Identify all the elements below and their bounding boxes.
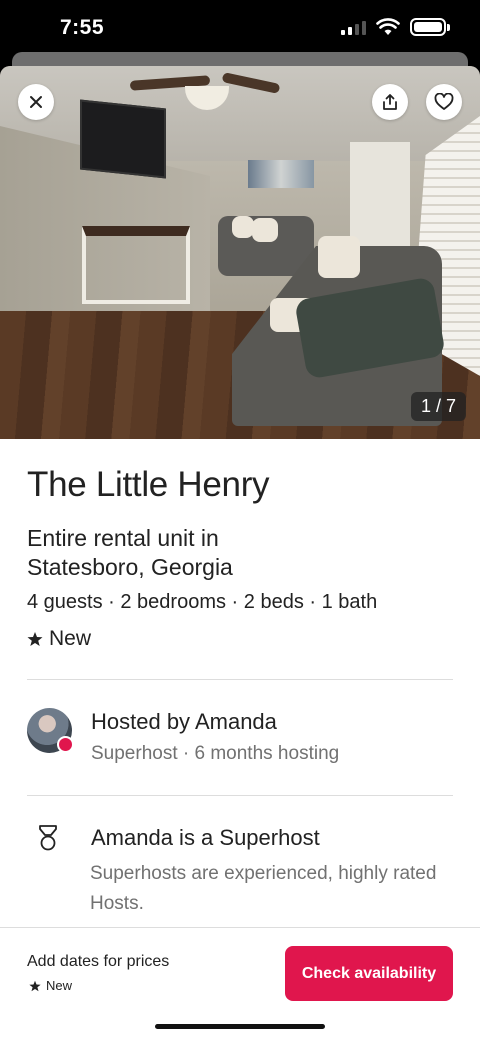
- superhost-medal-icon: [39, 825, 57, 851]
- footer-rating: New: [29, 978, 72, 993]
- share-icon: [383, 94, 397, 110]
- rating-label: New: [49, 627, 92, 650]
- photo-counter: 1 / 7: [410, 392, 466, 421]
- status-time: 7:55: [60, 16, 105, 39]
- listing-photo[interactable]: 1 / 7: [0, 66, 480, 439]
- booking-footer: Add dates for prices New Check availabil…: [0, 927, 480, 1039]
- price-prompt[interactable]: Add dates for prices: [27, 953, 169, 971]
- status-bar: 7:55: [0, 0, 480, 58]
- share-button[interactable]: [372, 84, 408, 120]
- cellular-signal-icon: [341, 19, 366, 35]
- divider: [27, 795, 453, 796]
- close-button[interactable]: [18, 84, 54, 120]
- check-availability-button[interactable]: Check availability: [285, 946, 453, 1001]
- home-indicator[interactable]: [155, 1024, 325, 1029]
- listing-subtitle: Entire rental unit in Statesboro, Georgi…: [27, 525, 233, 580]
- footer-rating-label: New: [46, 978, 73, 993]
- listing-title: The Little Henry: [27, 465, 270, 504]
- star-icon: [27, 632, 43, 646]
- save-button[interactable]: [426, 84, 462, 120]
- listing-rating: New: [27, 627, 91, 651]
- superhost-title: Amanda is a Superhost: [91, 825, 320, 850]
- superhost-badge-icon: [57, 736, 74, 753]
- host-name[interactable]: Hosted by Amanda: [91, 709, 277, 735]
- host-meta: Superhost · 6 months hosting: [91, 743, 340, 764]
- wifi-icon: [376, 18, 400, 35]
- listing-details: The Little Henry Entire rental unit in S…: [0, 439, 480, 927]
- battery-icon: [410, 18, 450, 36]
- heart-icon: [434, 93, 454, 110]
- close-icon: [30, 96, 42, 108]
- superhost-description: Superhosts are experienced, highly rated…: [90, 863, 437, 914]
- status-icons: [341, 18, 450, 36]
- divider: [27, 679, 453, 680]
- star-icon: [29, 980, 41, 991]
- listing-capacity: 4 guests · 2 bedrooms · 2 beds · 1 bath: [27, 591, 378, 613]
